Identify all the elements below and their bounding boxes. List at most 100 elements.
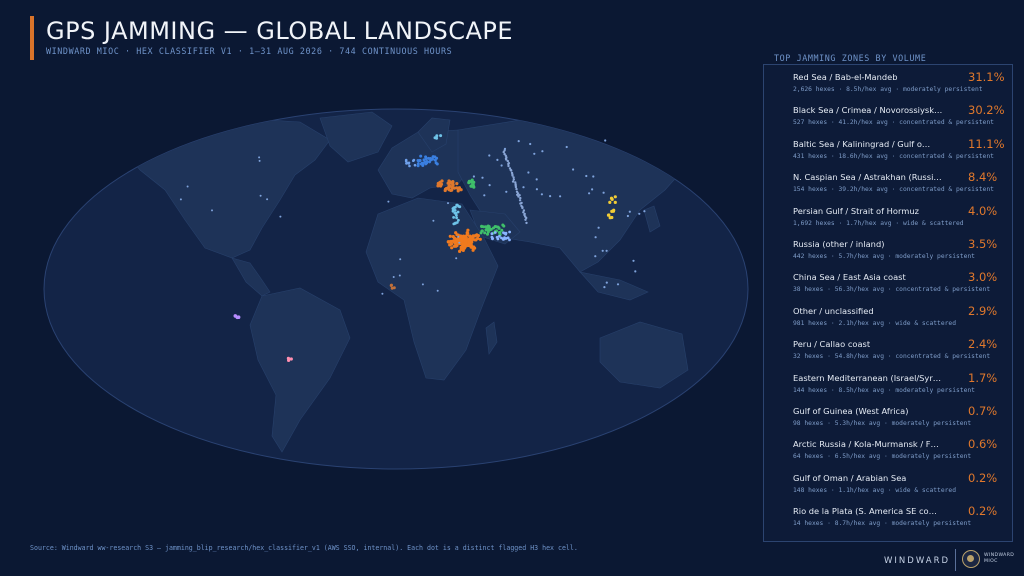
zone-item[interactable]: Gulf of Oman / Arabian Sea 0.2% 148 hexes … — [793, 471, 1023, 503]
zone-stats: 14 hexes · 8.7h/hex avg · moderately per… — [793, 520, 972, 528]
hex-cell-dot — [266, 198, 269, 201]
hex-cell-dot — [461, 244, 465, 248]
hex-cell-dot — [433, 155, 437, 159]
zone-name: Gulf of Oman / Arabian Sea — [793, 472, 907, 483]
hex-cell-dot — [454, 231, 458, 235]
hex-cell-dot — [466, 243, 471, 247]
zone-percent: 31.1% — [968, 70, 1005, 84]
hex-cell-dot — [476, 236, 480, 241]
zone-stats: 32 hexes · 54.8h/hex avg · concentrated … — [793, 353, 991, 361]
hex-cell-dot — [454, 222, 457, 225]
zone-item[interactable]: N. Caspian Sea / Astrakhan (Russi… 8.4% 15… — [793, 170, 1023, 202]
hex-cell-dot — [452, 244, 456, 248]
zone-stats: 442 hexes · 5.7h/hex avg · moderately pe… — [793, 253, 975, 260]
zone-percent: 0.6% — [968, 437, 998, 452]
hex-cell-dot — [512, 176, 515, 179]
hex-cell-dot — [500, 228, 504, 232]
zone-name: Other / unclassified — [793, 305, 874, 316]
hex-cell-dot — [549, 195, 552, 198]
hex-cell-dot — [480, 224, 484, 228]
hex-cell-dot — [604, 139, 607, 142]
zone-item[interactable]: Persian Gulf / Strait of Hormuz 4.0% 1,692… — [793, 204, 1023, 236]
hex-cell-dot — [522, 186, 525, 189]
zone-item[interactable]: Gulf of Guinea (West Africa) 0.7% 98 hexes… — [793, 404, 1023, 436]
hex-cell-dot — [392, 286, 396, 290]
zone-item[interactable]: Baltic Sea / Kaliningrad / Gulf o… 11.1% 4… — [793, 137, 1023, 169]
zone-percent: 8.4% — [968, 170, 998, 185]
brand-small-line2: MIOC — [984, 559, 998, 564]
hex-cell-dot — [500, 164, 503, 167]
zone-item[interactable]: Red Sea / Bab-el-Mandeb 31.1% 2,626 hexes … — [793, 70, 1023, 102]
zone-item[interactable]: Other / unclassified 2.9% 981 hexes · 2.1h… — [793, 303, 1023, 336]
hex-cell-dot — [488, 228, 492, 232]
hex-cell-dot — [279, 215, 282, 218]
hex-cell-dot — [472, 175, 475, 178]
zone-percent: 30.2% — [968, 103, 1005, 118]
hex-cell-dot — [514, 185, 518, 189]
zone-stats: 981 hexes · 2.1h/hex avg · wide & scatte… — [793, 319, 957, 327]
hex-cell-dot — [412, 159, 415, 162]
zone-stats: 148 hexes · 1.1h/hex avg · wide & scatte… — [793, 486, 957, 494]
zone-item[interactable]: Russia (other / inland) 3.5% 442 hexes · 5… — [793, 237, 1023, 269]
hex-cell-dot — [424, 155, 428, 159]
hex-cell-dot — [470, 180, 474, 184]
hex-cell-dot — [458, 249, 462, 253]
hex-cell-dot — [508, 238, 511, 242]
world-map[interactable] — [0, 60, 760, 530]
zone-item[interactable]: China Sea / East Asia coast 3.0% 38 hexes … — [793, 270, 1023, 302]
hex-cell-dot — [398, 274, 401, 277]
zone-percent: 2.9% — [968, 303, 998, 318]
hex-cell-dot — [535, 188, 539, 191]
hex-cell-dot — [493, 225, 497, 228]
hex-cell-dot — [447, 202, 449, 205]
hex-cell-dot — [490, 232, 494, 236]
hex-cell-dot — [506, 159, 509, 163]
zone-percent: 3.5% — [968, 237, 998, 251]
zone-item[interactable]: Eastern Mediterranean (Israel/Syr… 1.7% 14… — [793, 370, 1023, 403]
zone-item[interactable]: Black Sea / Crimea / Novorossiysk… 30.2% 5… — [793, 103, 1023, 135]
hex-cell-dot — [455, 186, 459, 190]
hex-cell-dot — [433, 158, 437, 162]
zone-item[interactable]: Rio de la Plata (S. America SE co… 0.2% 14… — [793, 504, 1023, 536]
zone-name: Black Sea / Crimea / Novorossiysk… — [793, 105, 943, 116]
hex-cell-dot — [289, 357, 293, 361]
zone-name: Arctic Russia / Kola-Murmansk / F… — [793, 439, 939, 450]
hex-cell-dot — [258, 159, 261, 162]
hex-cell-dot — [450, 239, 454, 243]
hex-cell-dot — [572, 168, 575, 171]
brand-logo: WINDWARD — [884, 556, 951, 566]
zone-percent: 0.2% — [968, 504, 998, 519]
hex-cell-dot — [503, 147, 507, 150]
zone-stats: 1,692 hexes · 1.7h/hex avg · wide & scat… — [793, 219, 964, 227]
zone-percent: 3.0% — [968, 270, 998, 285]
hex-cell-dot — [594, 255, 597, 258]
source-note: Source: Windward ww-research S3 — jammin… — [30, 544, 578, 552]
hex-cell-dot — [515, 187, 518, 191]
hex-cell-dot — [601, 249, 604, 252]
hex-cell-dot — [488, 184, 491, 187]
hex-cell-dot — [447, 188, 451, 192]
panel-title: TOP JAMMING ZONES BY VOLUME — [774, 53, 927, 63]
hex-cell-dot — [491, 237, 495, 240]
hex-cell-dot — [429, 158, 433, 162]
land-antarctica — [120, 474, 700, 530]
hex-cell-dot — [475, 233, 479, 237]
hex-cell-dot — [504, 237, 508, 240]
hex-cell-dot — [626, 214, 630, 218]
hex-cell-dot — [418, 159, 422, 162]
hex-cell-dot — [588, 192, 591, 195]
zone-percent: 1.7% — [968, 370, 998, 385]
hex-cell-dot — [211, 209, 213, 212]
hex-cell-dot — [483, 194, 486, 197]
zone-item[interactable]: Arctic Russia / Kola-Murmansk / F… 0.6% 64… — [793, 437, 1023, 469]
zone-name: China Sea / East Asia coast — [793, 272, 906, 283]
hex-cell-dot — [457, 235, 460, 238]
hex-cell-dot — [521, 206, 524, 210]
zone-name: N. Caspian Sea / Astrakhan (Russi… — [793, 172, 942, 183]
hex-cell-dot — [258, 156, 261, 159]
zone-item[interactable]: Peru / Callao coast 2.4% 32 hexes · 54.8h/… — [793, 337, 1023, 369]
hex-cell-dot — [613, 200, 617, 204]
hex-cell-dot — [473, 246, 477, 250]
zone-stats: 431 hexes · 18.6h/hex avg · concentrated… — [793, 152, 994, 160]
hex-cell-dot — [533, 152, 536, 155]
